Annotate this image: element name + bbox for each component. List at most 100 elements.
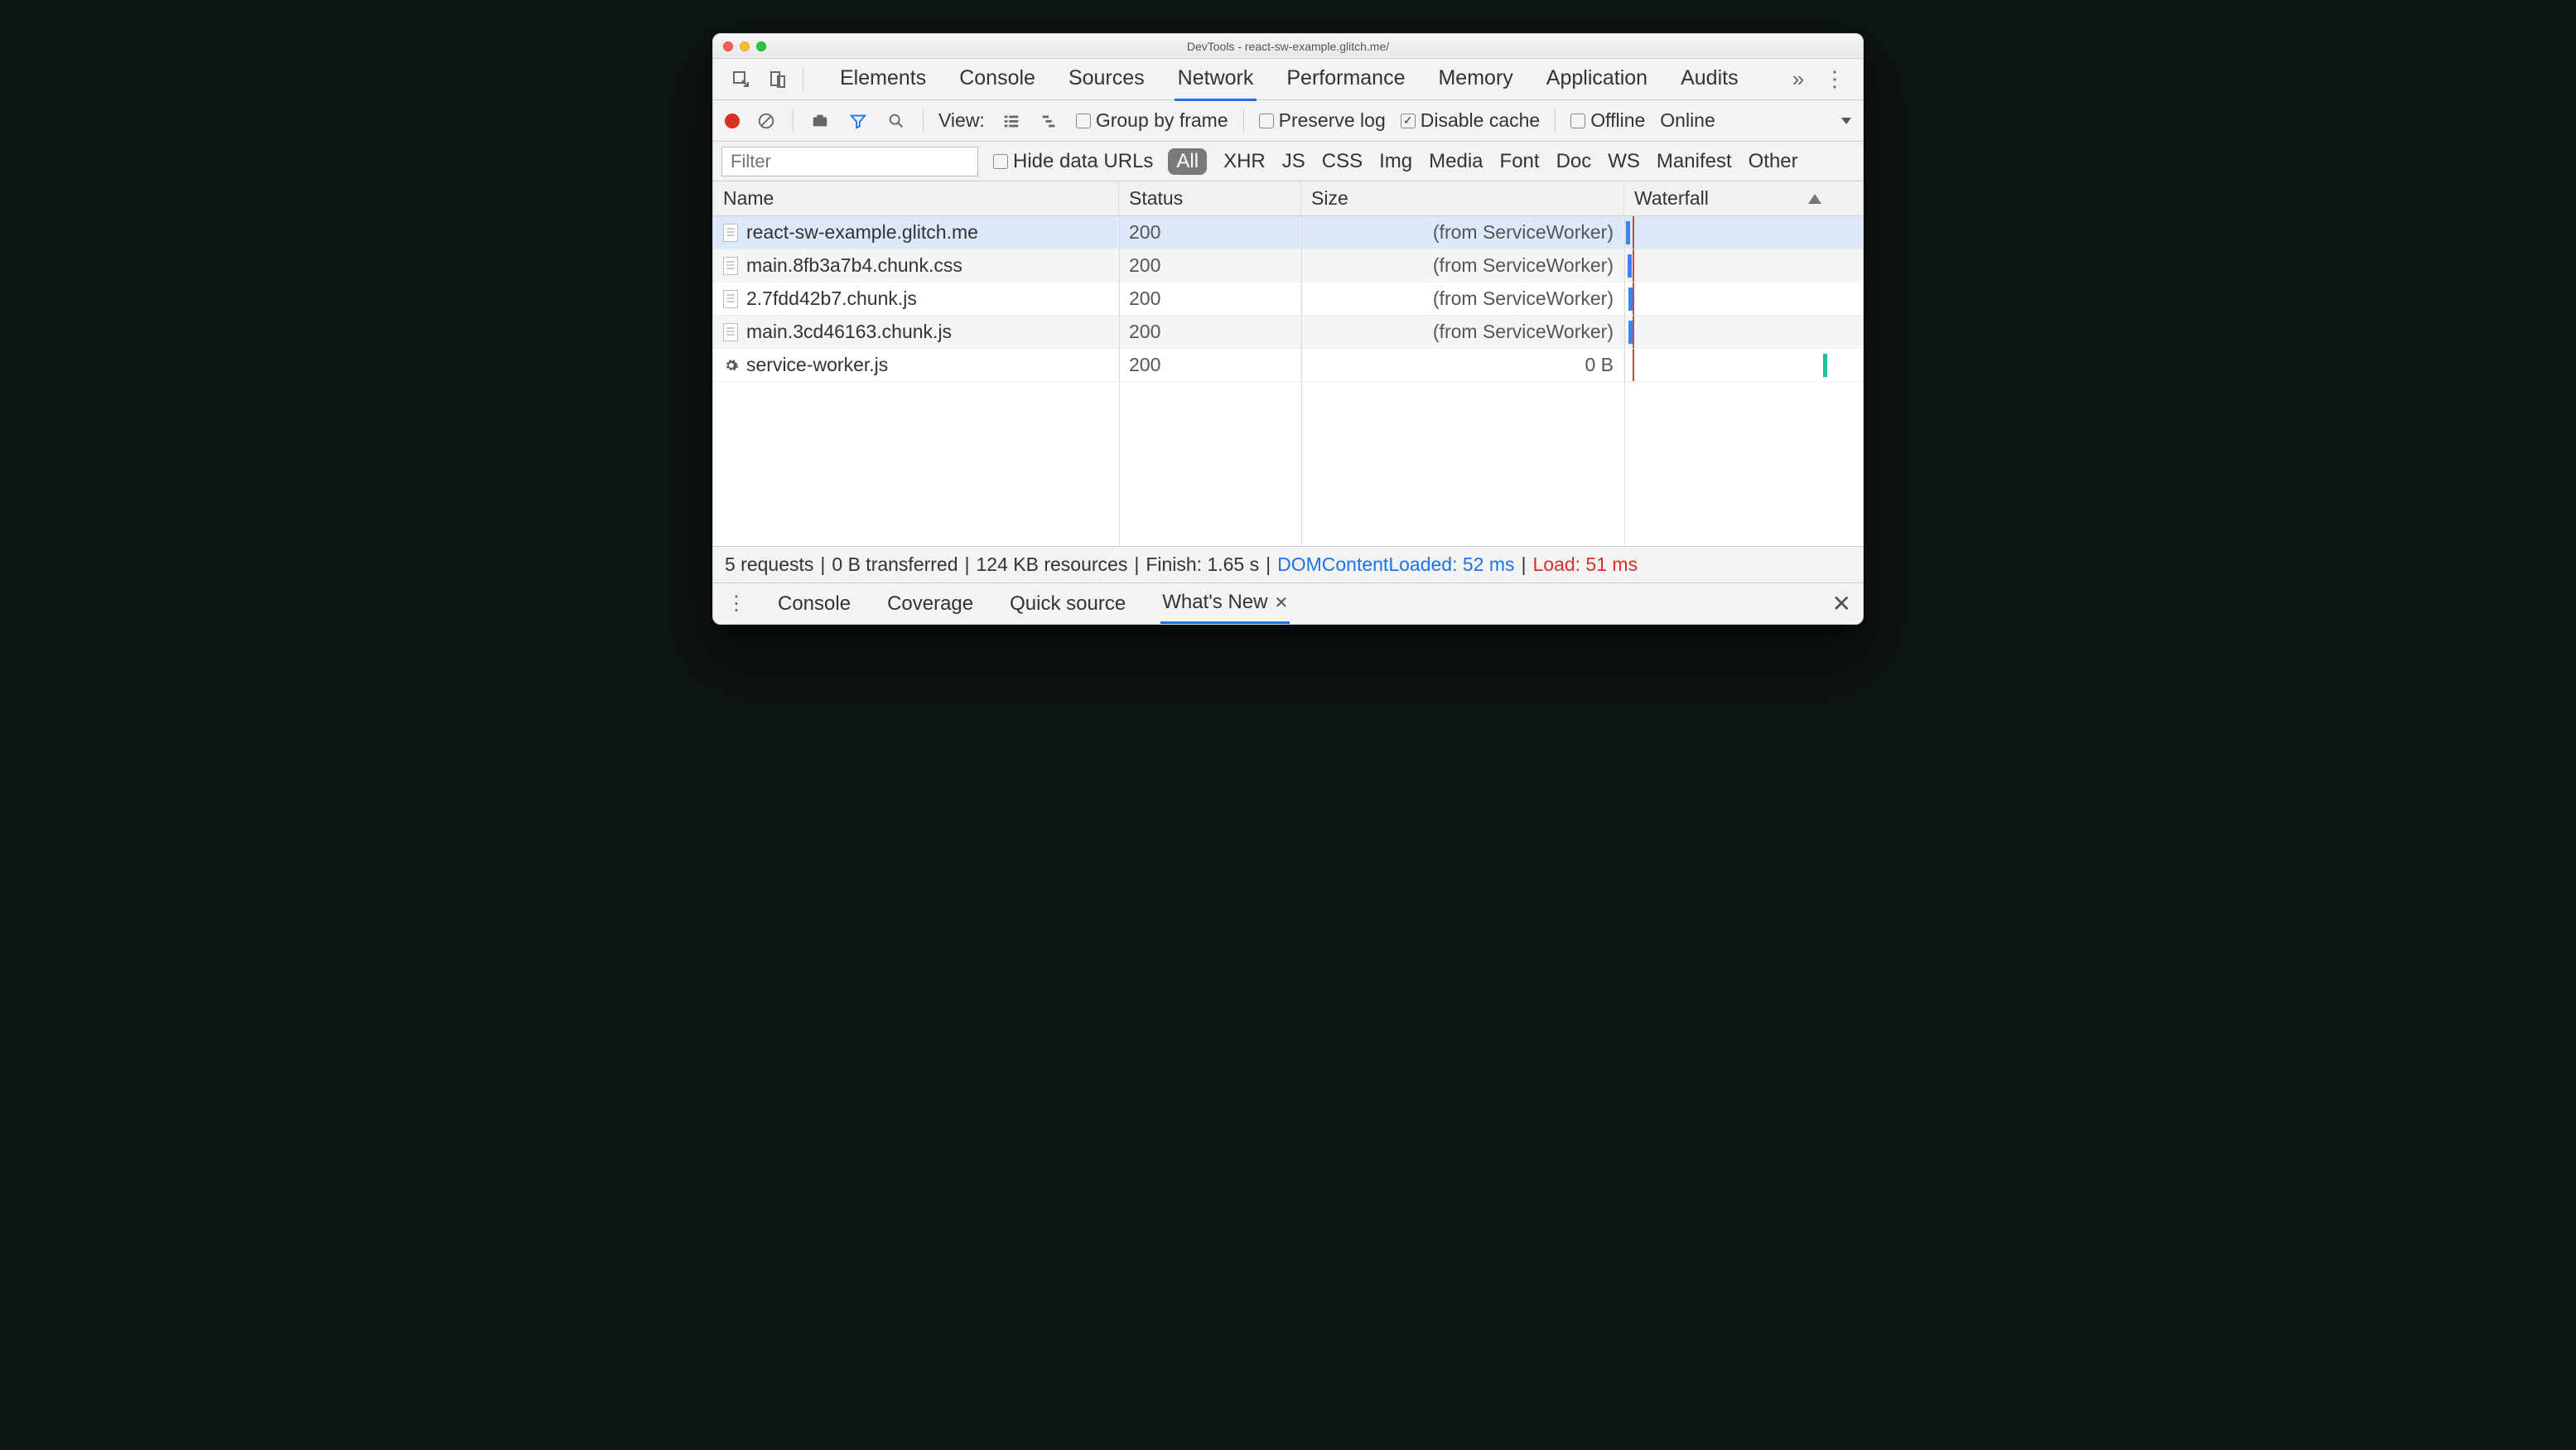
main-tabbar: Elements Console Sources Network Performance… (713, 59, 1863, 100)
table-row[interactable]: main.3cd46163.chunk.js200(from ServiceWo… (713, 316, 1863, 349)
drawer-tab-quick-source[interactable]: Quick source (1008, 583, 1127, 624)
tab-sources[interactable]: Sources (1065, 58, 1148, 101)
view-label: View: (938, 109, 985, 132)
cell-waterfall (1624, 216, 1831, 249)
cell-waterfall (1624, 349, 1831, 381)
filter-type-ws[interactable]: WS (1608, 150, 1640, 173)
col-name[interactable]: Name (713, 181, 1119, 215)
hide-data-urls-checkbox[interactable]: Hide data URLs (993, 150, 1153, 173)
drawer-tab-what-s-new[interactable]: What's New✕ (1160, 583, 1290, 624)
table-row[interactable]: main.8fb3a7b4.chunk.css200(from ServiceW… (713, 249, 1863, 283)
traffic-lights (713, 41, 766, 51)
tab-console[interactable]: Console (956, 58, 1039, 101)
screenshot-icon[interactable] (808, 109, 832, 133)
offline-checkbox[interactable]: Offline (1570, 109, 1645, 132)
summary-dcl: DOMContentLoaded: 52 ms (1277, 553, 1514, 576)
filter-input[interactable] (721, 147, 978, 176)
separator (1243, 109, 1244, 133)
filter-type-js[interactable]: JS (1282, 150, 1305, 173)
tab-application[interactable]: Application (1543, 58, 1651, 101)
cell-status: 200 (1119, 283, 1301, 315)
drawer-tabbar: ⋮ Console Coverage Quick source What's New✕… (713, 582, 1863, 624)
file-icon (723, 290, 738, 308)
close-tab-icon[interactable]: ✕ (1274, 592, 1288, 613)
col-waterfall[interactable]: Waterfall (1624, 181, 1831, 215)
summary-load: Load: 51 ms (1532, 553, 1638, 576)
throttling-dropdown-icon[interactable] (1841, 118, 1851, 124)
cell-status: 200 (1119, 349, 1301, 381)
filter-type-font[interactable]: Font (1500, 150, 1540, 173)
cell-status: 200 (1119, 216, 1301, 249)
cell-waterfall (1624, 283, 1831, 315)
summary-bar: 5 requests| 0 B transferred| 124 KB reso… (713, 546, 1863, 582)
tab-audits[interactable]: Audits (1677, 58, 1741, 101)
cell-waterfall (1624, 316, 1831, 348)
separator (923, 109, 924, 133)
maximize-window-button[interactable] (756, 41, 766, 51)
table-row[interactable]: service-worker.js2000 B (713, 349, 1863, 382)
tab-performance[interactable]: Performance (1283, 58, 1408, 101)
filter-type-img[interactable]: Img (1379, 150, 1412, 173)
summary-resources: 124 KB resources (977, 553, 1128, 576)
minimize-window-button[interactable] (740, 41, 750, 51)
filter-type-xhr[interactable]: XHR (1223, 150, 1266, 173)
sort-asc-icon (1808, 194, 1821, 204)
close-drawer-icon[interactable]: ✕ (1832, 590, 1851, 617)
summary-transferred: 0 B transferred (832, 553, 958, 576)
tab-elements[interactable]: Elements (837, 58, 929, 101)
clear-icon[interactable] (755, 109, 778, 133)
cell-size: (from ServiceWorker) (1301, 216, 1624, 249)
kebab-menu-icon[interactable]: ⋮ (1823, 68, 1846, 91)
view-waterfall-icon[interactable] (1038, 109, 1061, 133)
network-toolbar: View: Group by frame Preserve log Disabl… (713, 100, 1863, 142)
summary-finish: Finish: 1.65 s (1146, 553, 1259, 576)
col-size[interactable]: Size (1301, 181, 1624, 215)
preserve-log-checkbox[interactable]: Preserve log (1259, 109, 1386, 132)
drawer-kebab-icon[interactable]: ⋮ (725, 592, 748, 616)
cell-status: 200 (1119, 316, 1301, 348)
toggle-device-icon[interactable] (766, 68, 789, 91)
title-bar: DevTools - react-sw-example.glitch.me/ (713, 34, 1863, 59)
tab-network[interactable]: Network (1175, 58, 1257, 101)
select-element-icon[interactable] (730, 68, 753, 91)
table-row[interactable]: react-sw-example.glitch.me200(from Servi… (713, 216, 1863, 249)
table-row[interactable]: 2.7fdd42b7.chunk.js200(from ServiceWorke… (713, 283, 1863, 316)
filter-type-all[interactable]: All (1168, 148, 1207, 175)
cell-name: service-worker.js (713, 349, 1119, 381)
search-icon[interactable] (885, 109, 908, 133)
drawer-tab-coverage[interactable]: Coverage (885, 583, 975, 624)
summary-requests: 5 requests (725, 553, 813, 576)
more-tabs-icon[interactable]: » (1787, 68, 1810, 91)
online-select[interactable]: Online (1660, 109, 1715, 132)
tab-memory[interactable]: Memory (1435, 58, 1516, 101)
cell-name: react-sw-example.glitch.me (713, 216, 1119, 249)
filter-type-doc[interactable]: Doc (1556, 150, 1592, 173)
cell-name: main.8fb3a7b4.chunk.css (713, 249, 1119, 282)
cell-status: 200 (1119, 249, 1301, 282)
col-status[interactable]: Status (1119, 181, 1301, 215)
file-icon (723, 323, 738, 341)
cell-name: main.3cd46163.chunk.js (713, 316, 1119, 348)
group-by-frame-checkbox[interactable]: Group by frame (1076, 109, 1228, 132)
filter-type-media[interactable]: Media (1429, 150, 1483, 173)
hide-data-urls-label: Hide data URLs (1013, 150, 1153, 173)
filter-type-manifest[interactable]: Manifest (1657, 150, 1732, 173)
window-title: DevTools - react-sw-example.glitch.me/ (713, 40, 1863, 53)
close-window-button[interactable] (723, 41, 733, 51)
drawer-tab-console[interactable]: Console (776, 583, 852, 624)
record-button[interactable] (725, 114, 740, 128)
cell-size: (from ServiceWorker) (1301, 283, 1624, 315)
checkbox-icon (1401, 114, 1416, 128)
offline-label: Offline (1590, 109, 1645, 132)
filter-type-css[interactable]: CSS (1322, 150, 1363, 173)
separator (793, 109, 794, 133)
filter-toggle-icon[interactable] (847, 109, 870, 133)
checkbox-icon (993, 154, 1008, 169)
requests-table: Name Status Size Waterfall react-sw-exam… (713, 181, 1863, 546)
disable-cache-checkbox[interactable]: Disable cache (1401, 109, 1540, 132)
filter-type-other[interactable]: Other (1749, 150, 1798, 173)
cell-size: (from ServiceWorker) (1301, 249, 1624, 282)
online-label: Online (1660, 109, 1715, 132)
view-list-icon[interactable] (1000, 109, 1023, 133)
checkbox-icon (1076, 114, 1091, 128)
